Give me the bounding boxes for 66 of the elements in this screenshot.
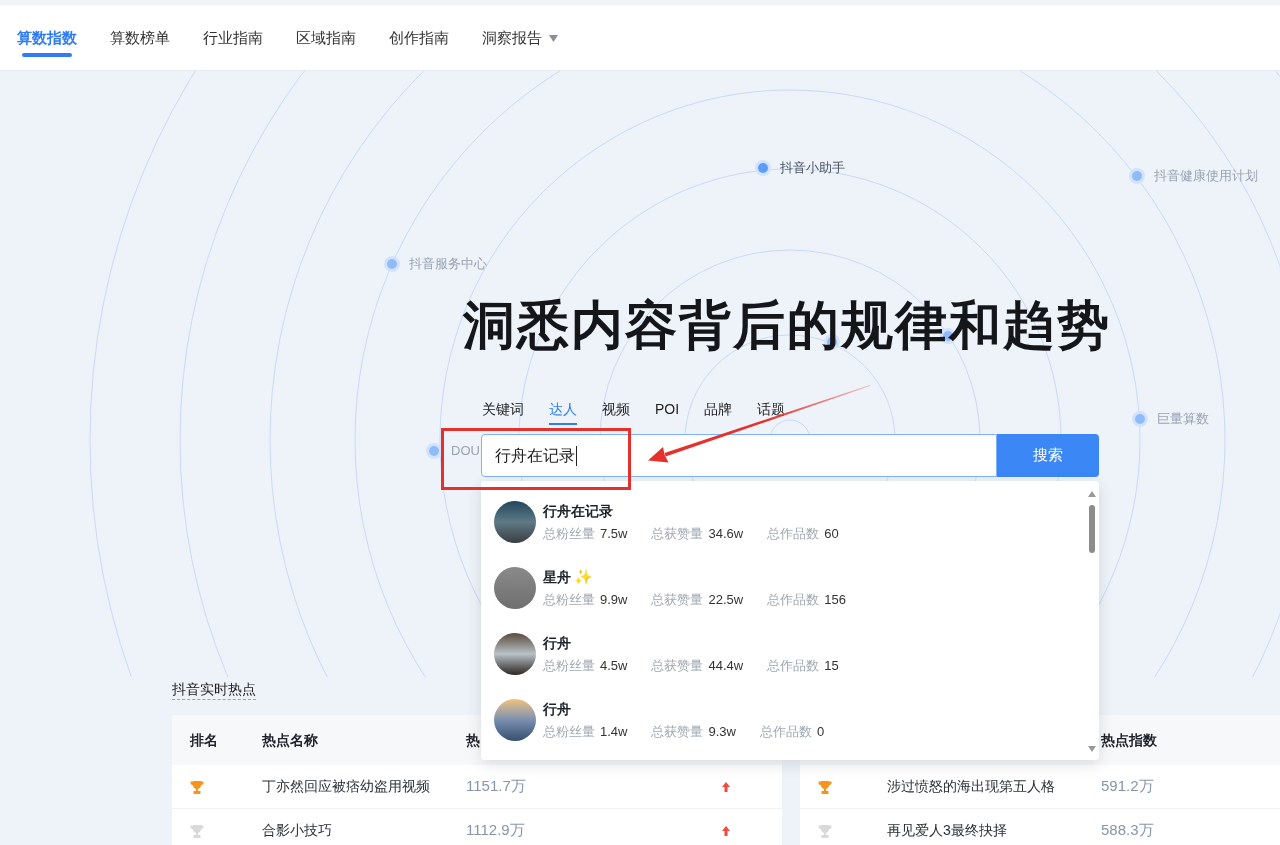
stat-label: 总获赞量 bbox=[651, 524, 704, 543]
search-button[interactable]: 搜索 bbox=[997, 434, 1099, 477]
avatar-photo-placeholder bbox=[494, 501, 536, 543]
column-header: 热 bbox=[466, 731, 480, 748]
hot-topic-name[interactable]: 丁亦然回应被痞幼盗用视频 bbox=[262, 778, 430, 794]
nav-tab[interactable]: 算数指数 bbox=[17, 5, 77, 70]
sparkle-emoji-icon: ✨ bbox=[574, 566, 593, 587]
scrollbar-thumb[interactable] bbox=[1089, 505, 1095, 553]
nav-tab[interactable]: 洞察报告 bbox=[482, 5, 558, 70]
creator-name[interactable]: 行舟在记录 bbox=[543, 500, 613, 521]
stat-value: 156 bbox=[824, 590, 846, 609]
search-tab[interactable]: 话题 bbox=[757, 399, 786, 425]
section-title: 抖音实时热点 bbox=[172, 679, 256, 700]
avatar-photo-placeholder bbox=[494, 699, 536, 741]
creator-name[interactable]: 行舟 bbox=[543, 698, 571, 719]
stat-label: 总粉丝量 bbox=[543, 656, 595, 675]
avatar-photo-placeholder bbox=[494, 633, 536, 675]
search-tab[interactable]: 关键词 bbox=[482, 399, 524, 425]
hot-index-value: 1151.7万 bbox=[466, 777, 526, 795]
column-header: 热点名称 bbox=[262, 731, 318, 748]
nav-tab[interactable]: 算数榜单 bbox=[110, 5, 170, 70]
stat-label: 总作品数 bbox=[767, 590, 820, 609]
column-header: 热点指数 bbox=[1101, 731, 1157, 748]
column-header: 排名 bbox=[190, 731, 218, 748]
stat-value: 15 bbox=[824, 656, 839, 675]
creator-name[interactable]: 行舟 bbox=[543, 632, 571, 653]
search-tab[interactable]: 品牌 bbox=[704, 399, 733, 425]
stat-value: 9.3w bbox=[708, 722, 736, 741]
stat-value: 7.5w bbox=[600, 524, 628, 543]
stat-label: 总获赞量 bbox=[651, 722, 704, 741]
hot-index-value: 588.3万 bbox=[1101, 821, 1154, 839]
nav-tab[interactable]: 创作指南 bbox=[389, 5, 449, 70]
hero-title: 洞悉内容背后的规律和趋势 bbox=[463, 295, 1111, 355]
stat-label: 总作品数 bbox=[759, 722, 812, 741]
scroll-up-icon[interactable] bbox=[1088, 491, 1096, 497]
stat-label: 总粉丝量 bbox=[543, 722, 595, 741]
stat-value: 4.5w bbox=[600, 656, 628, 675]
creator-name[interactable]: 星舟 bbox=[543, 566, 571, 587]
hot-index-value: 1112.9万 bbox=[466, 821, 525, 839]
stat-value: 60 bbox=[824, 524, 839, 543]
hot-topic-name[interactable]: 合影小技巧 bbox=[262, 822, 332, 838]
stat-label: 总粉丝量 bbox=[543, 590, 595, 609]
avatar-photo-placeholder bbox=[494, 567, 536, 609]
stat-label: 总获赞量 bbox=[651, 590, 704, 609]
stat-value: 1.4w bbox=[600, 722, 628, 741]
stat-value: 0 bbox=[816, 722, 825, 741]
nav-tab[interactable]: 区域指南 bbox=[296, 5, 356, 70]
stat-value: 44.4w bbox=[708, 656, 744, 675]
node-label[interactable]: 抖音小助手 bbox=[780, 158, 845, 178]
stat-label: 总获赞量 bbox=[651, 656, 704, 675]
hot-topic-name[interactable]: 涉过愤怒的海出现第五人格 bbox=[887, 778, 1055, 794]
nav-tab[interactable]: 行业指南 bbox=[203, 5, 263, 70]
hot-index-value: 591.2万 bbox=[1101, 777, 1154, 795]
search-field[interactable]: 行舟在记录 bbox=[481, 434, 997, 477]
hot-topic-name[interactable]: 再见爱人3最终抉择 bbox=[887, 822, 1007, 838]
search-tab[interactable]: POI bbox=[655, 399, 680, 425]
stat-label: 总作品数 bbox=[767, 524, 820, 543]
stat-value: 34.6w bbox=[708, 524, 744, 543]
text-cursor-icon bbox=[576, 445, 577, 466]
scroll-down-icon[interactable] bbox=[1088, 746, 1096, 752]
search-tab[interactable]: 达人 bbox=[549, 399, 577, 425]
stat-value: 9.9w bbox=[600, 590, 628, 609]
search-tab[interactable]: 视频 bbox=[602, 399, 630, 425]
stat-value: 22.5w bbox=[708, 590, 744, 609]
stat-label: 总作品数 bbox=[767, 656, 820, 675]
stat-label: 总粉丝量 bbox=[543, 524, 595, 543]
